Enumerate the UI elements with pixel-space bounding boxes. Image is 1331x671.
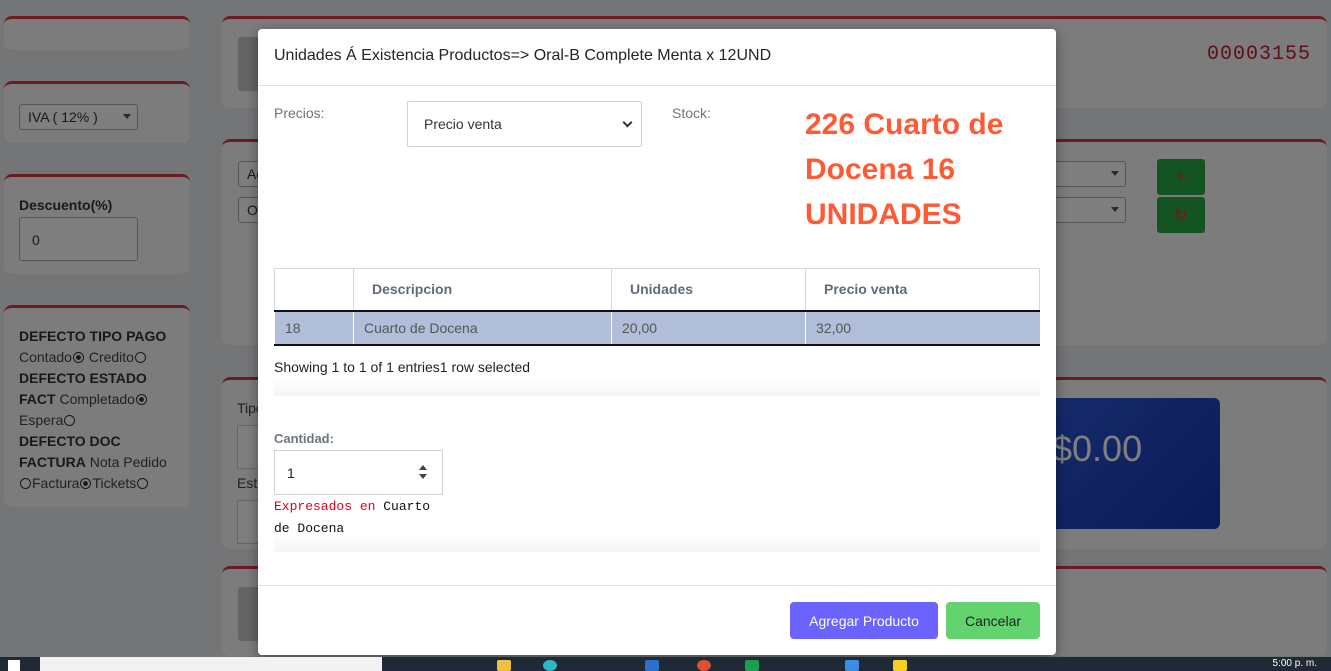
quantity-section-shadow [274,534,1040,552]
cantidad-value: 1 [287,465,295,481]
table-row[interactable]: 18 Cuarto de Docena 20,00 32,00 [274,310,1040,346]
os-taskbar: 5:00 p. m. [0,657,1331,671]
col-header-id[interactable] [274,268,354,312]
cell-unidades: 20,00 [611,310,806,346]
browser-icon[interactable] [543,660,557,671]
modal-title: Unidades Á Existencia Productos=> Oral-B… [274,47,772,64]
cell-descripcion: Cuarto de Docena [353,310,612,346]
app-icon[interactable] [845,660,859,671]
cell-id: 18 [274,310,354,346]
cancelar-button[interactable]: Cancelar [946,602,1040,639]
col-header-unidades[interactable]: Unidades [611,268,806,312]
precios-label: Precios: [274,105,325,121]
units-table: Descripcion Unidades Precio venta 18 Cua… [274,268,1040,346]
app-icon[interactable] [893,660,907,671]
taskbar-clock[interactable]: 5:00 p. m. [1273,658,1317,669]
product-units-modal: Unidades Á Existencia Productos=> Oral-B… [258,29,1056,655]
stepper-icon[interactable] [418,465,428,479]
table-header-row: Descripcion Unidades Precio venta [274,268,1040,312]
precios-select-value: Precio venta [424,116,502,132]
app-icon[interactable] [697,660,711,671]
modal-footer: Agregar Producto Cancelar [258,585,1056,655]
stock-label: Stock: [672,105,711,121]
cantidad-input[interactable]: 1 [274,450,443,495]
table-section-shadow [274,378,1040,396]
col-header-descripcion[interactable]: Descripcion [353,268,612,312]
app-icon[interactable] [745,660,759,671]
app-icon[interactable] [645,660,659,671]
cantidad-label: Cantidad: [274,431,334,446]
modal-header: Unidades Á Existencia Productos=> Oral-B… [258,29,1056,86]
cell-precio-venta: 32,00 [805,310,1040,346]
table-info: Showing 1 to 1 of 1 entries1 row selecte… [274,359,531,375]
file-explorer-icon[interactable] [497,660,511,671]
chevron-down-icon [622,117,633,128]
agregar-producto-button[interactable]: Agregar Producto [790,602,938,639]
stock-value: 226 Cuarto de Docena 16 UNIDADES [805,108,1004,231]
expresados-prefix: Expresados en [274,499,376,514]
col-header-precio-venta[interactable]: Precio venta [805,268,1040,312]
start-icon[interactable] [8,660,20,671]
taskbar-search[interactable] [40,657,382,671]
precios-select[interactable]: Precio venta [407,101,642,147]
